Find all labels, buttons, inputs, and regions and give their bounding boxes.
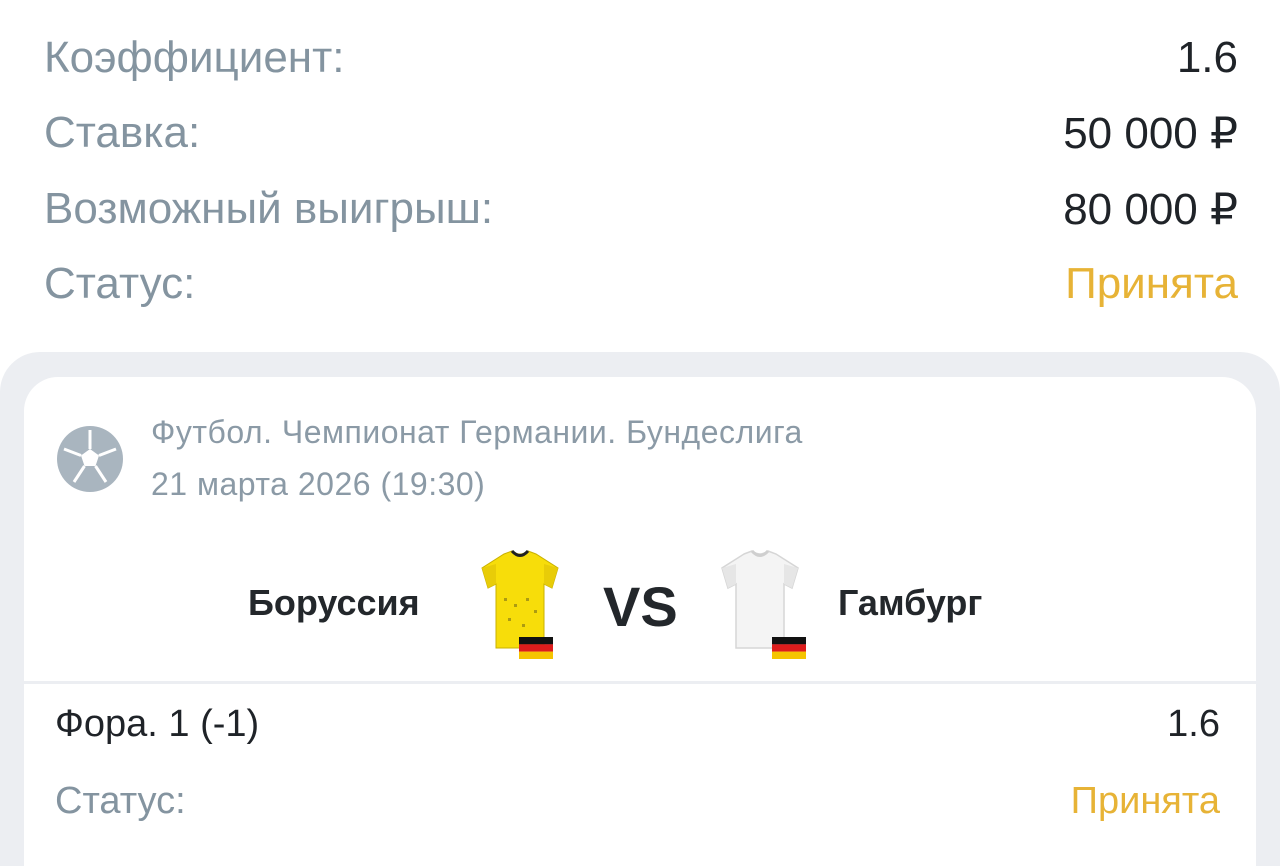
status-value: Принята [1065, 259, 1238, 308]
possible-win-label: Возможный выигрыш: [44, 184, 494, 233]
bet-status-label: Статус: [55, 780, 186, 822]
status-row: Статус: Принята [44, 254, 1238, 314]
bet-summary: Коэффициент: 1.6 Ставка: 50 000 ₽ Возмож… [0, 0, 1280, 350]
germany-flag-icon [519, 637, 553, 659]
event-datetime: 21 марта 2026 (19:30) [151, 466, 486, 502]
bet-odds-value: 1.6 [1167, 703, 1220, 745]
stake-row: Ставка: 50 000 ₽ [44, 103, 1238, 163]
possible-win-value: 80 000 ₽ [1063, 184, 1238, 234]
league-title: Футбол. Чемпионат Германии. Бундеслига [151, 414, 803, 450]
status-label: Статус: [44, 259, 196, 308]
home-team-name: Боруссия [248, 582, 420, 623]
stake-label: Ставка: [44, 108, 201, 157]
odds-label: Коэффициент: [44, 33, 345, 82]
bet-market-name: Фора. 1 (-1) [55, 703, 260, 745]
possible-win-row: Возможный выигрыш: 80 000 ₽ [44, 179, 1238, 239]
germany-flag-icon [772, 637, 806, 659]
bet-status-value: Принята [1070, 780, 1220, 822]
odds-row: Коэффициент: 1.6 [44, 28, 1238, 88]
odds-value: 1.6 [1176, 33, 1238, 82]
versus-label: VS [603, 575, 678, 638]
away-team-name: Гамбург [838, 582, 983, 623]
divider [24, 681, 1256, 684]
soccer-ball-icon [57, 426, 123, 492]
stake-value: 50 000 ₽ [1063, 108, 1238, 158]
